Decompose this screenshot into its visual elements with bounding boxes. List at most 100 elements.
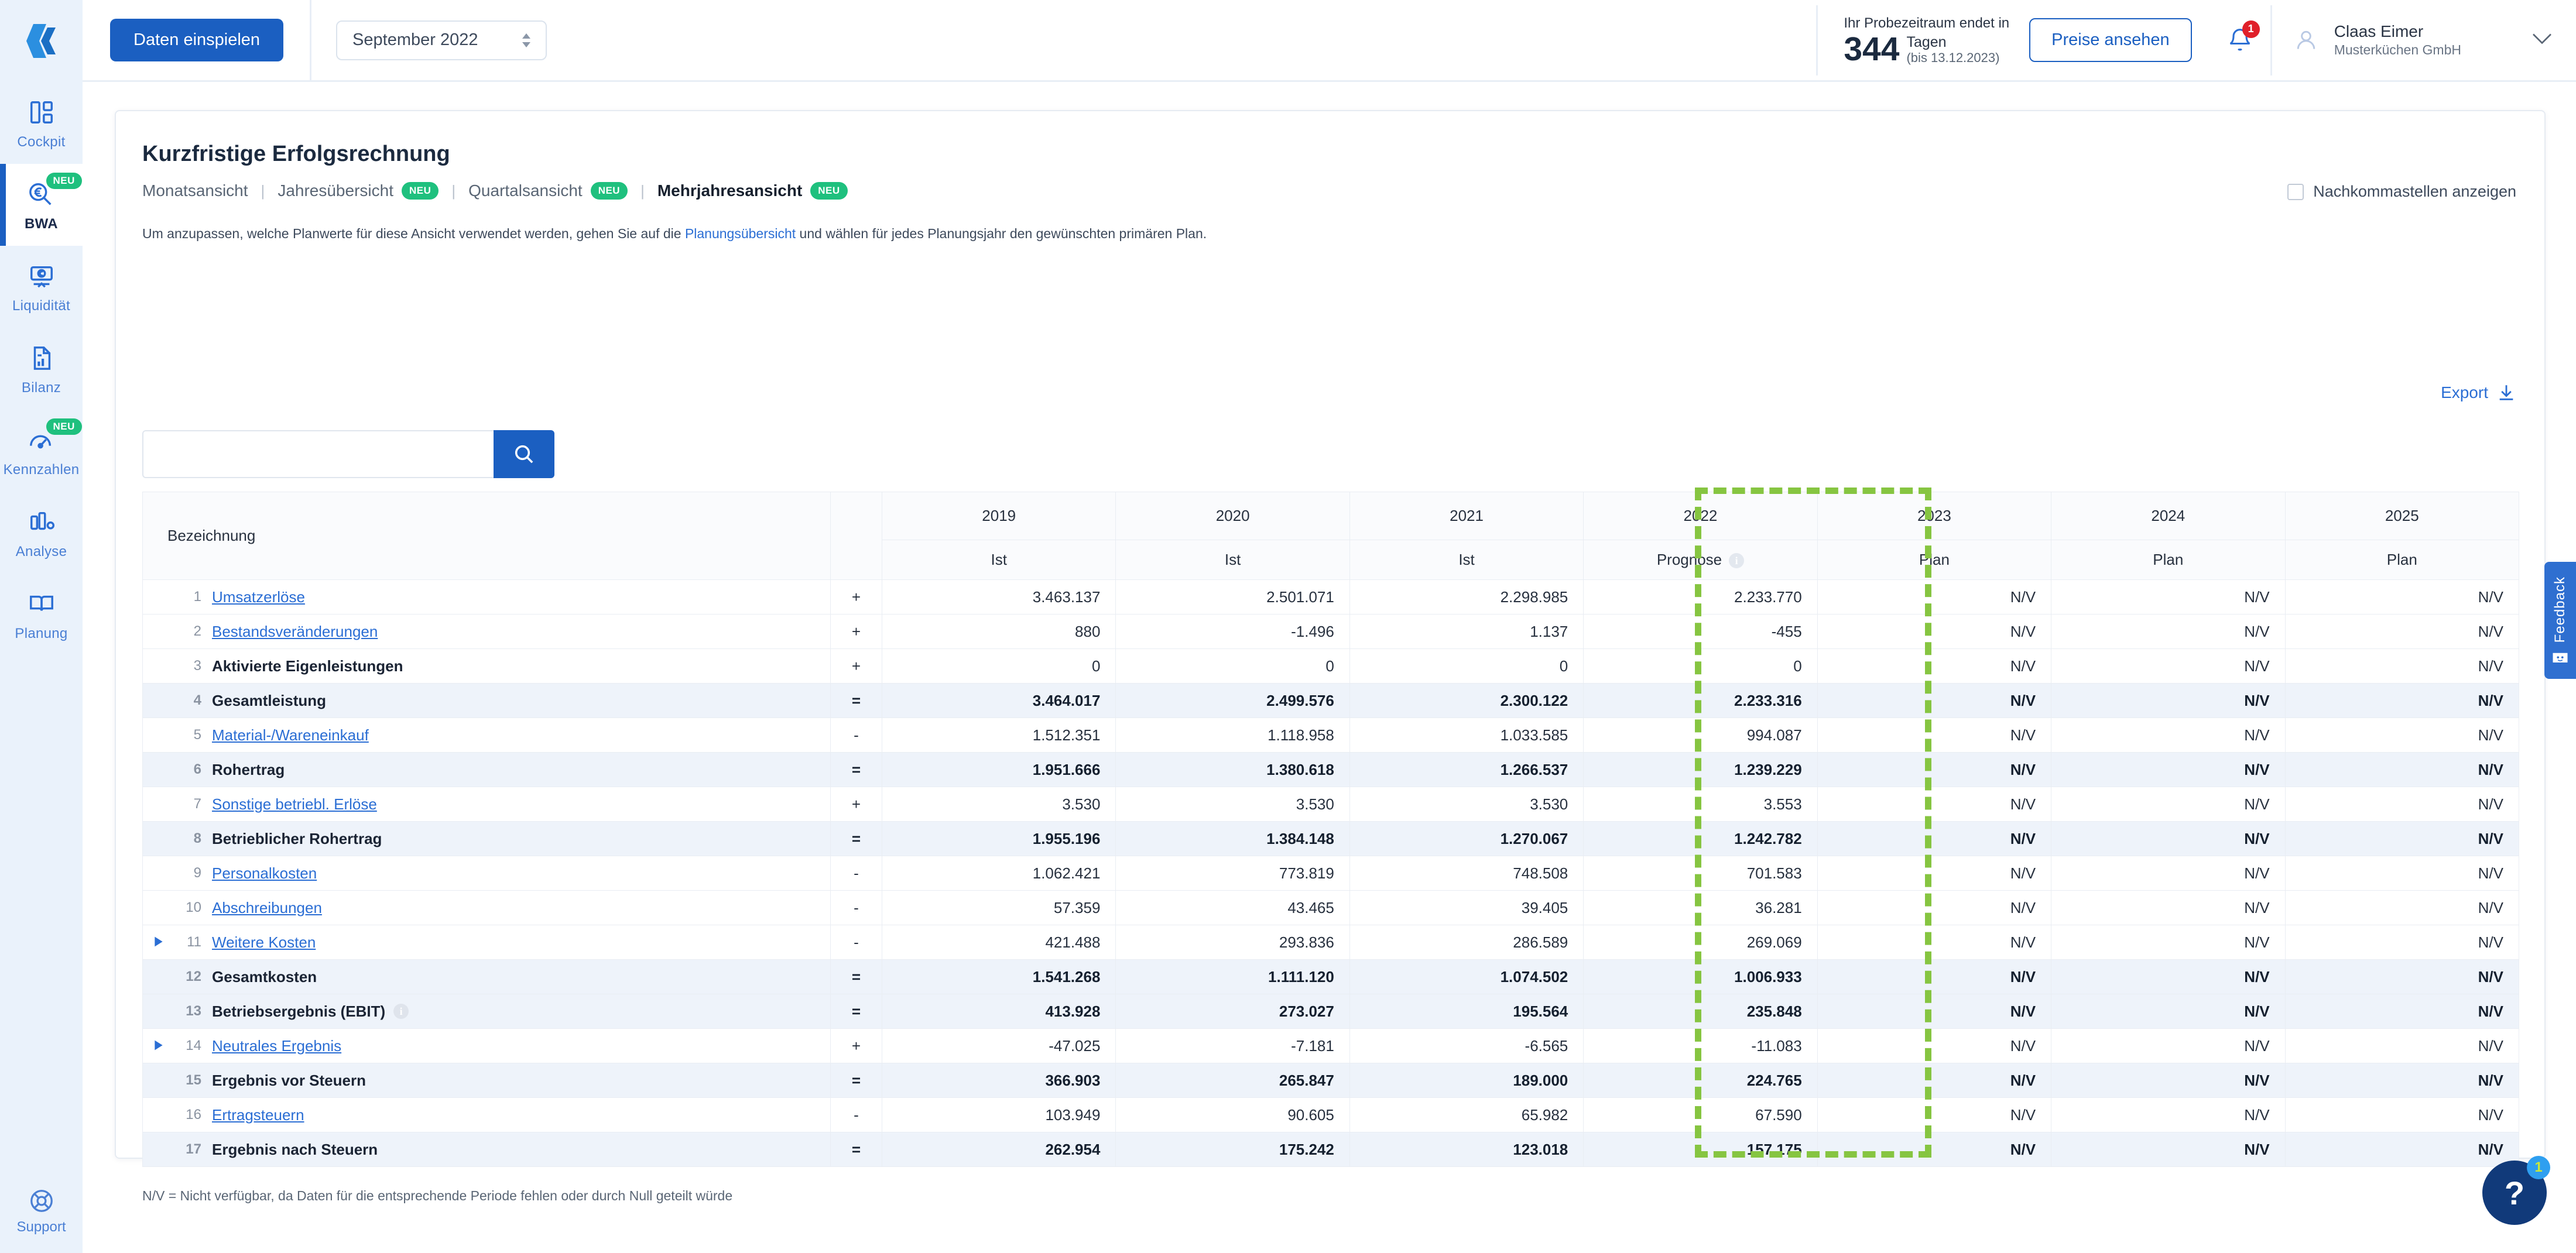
- tab-label: Monatsansicht: [142, 181, 248, 200]
- row-sign: =: [830, 959, 882, 994]
- user-name: Claas Eimer: [2334, 22, 2424, 41]
- column-header-year-2022: 2022: [1583, 492, 1818, 540]
- cell-2019: 421.488: [881, 925, 1116, 960]
- trial-text: Ihr Probezeitraum endet in 344 Tagen (bi…: [1844, 15, 2009, 66]
- help-button[interactable]: ? 1: [2482, 1156, 2550, 1225]
- row-number: 1: [193, 589, 201, 605]
- row-name-cell: 16 Ertragsteuern: [142, 1097, 831, 1132]
- cell-2019: 1.951.666: [881, 752, 1116, 787]
- cell-2022: 269.069: [1583, 925, 1818, 960]
- cell-2024: N/V: [2051, 1132, 2286, 1167]
- row-label: Aktivierte Eigenleistungen: [212, 657, 403, 675]
- cell-2021: 189.000: [1349, 1063, 1584, 1098]
- cell-2021: 123.018: [1349, 1132, 1584, 1167]
- row-sign: =: [830, 994, 882, 1029]
- app-logo[interactable]: [0, 0, 83, 82]
- cell-2023: N/V: [1817, 925, 2052, 960]
- table-row: 14 Neutrales Ergebnis + -47.025 -7.181 -6.565…: [142, 1028, 2520, 1063]
- row-label-link[interactable]: Bestandsveränderungen: [212, 623, 378, 641]
- cell-2020: 2.501.071: [1115, 579, 1350, 615]
- dashboard-icon: [28, 95, 55, 129]
- cell-2023: N/V: [1817, 1132, 2052, 1167]
- month-selector[interactable]: September 2022: [336, 20, 547, 60]
- tab-quartalsansicht[interactable]: Quartalsansicht NEU: [468, 181, 628, 200]
- cell-2020: 293.836: [1115, 925, 1350, 960]
- row-number: 13: [186, 1003, 201, 1019]
- row-sign: =: [830, 683, 882, 718]
- info-icon[interactable]: i: [1729, 553, 1745, 569]
- sidebar-item-bilanz[interactable]: Bilanz: [0, 328, 83, 410]
- tab-jahresbersicht[interactable]: Jahresübersicht NEU: [278, 181, 439, 200]
- row-label-link[interactable]: Ertragsteuern: [212, 1106, 304, 1124]
- sidebar-item-support[interactable]: Support: [0, 1187, 83, 1235]
- row-name-cell: 15 Ergebnis vor Steuern: [142, 1063, 831, 1098]
- avatar-icon: [2297, 30, 2315, 49]
- expand-arrow-icon[interactable]: [153, 1037, 169, 1055]
- tab-monatsansicht[interactable]: Monatsansicht: [142, 181, 248, 200]
- sidebar-item-analyse[interactable]: Analyse: [0, 492, 83, 574]
- column-header-year-2023: 2023: [1817, 492, 2052, 540]
- info-icon[interactable]: i: [393, 1004, 409, 1019]
- download-icon: [2496, 383, 2516, 403]
- tab-mehrjahresansicht[interactable]: Mehrjahresansicht NEU: [657, 181, 848, 200]
- row-number: 10: [186, 900, 201, 915]
- notifications-button[interactable]: 1: [2227, 20, 2260, 53]
- import-data-button[interactable]: Daten einspielen: [110, 19, 284, 61]
- cell-2022: 3.553: [1583, 787, 1818, 822]
- column-header-sign: [830, 492, 882, 580]
- cell-2025: N/V: [2284, 890, 2520, 925]
- row-label-link[interactable]: Sonstige betriebl. Erlöse: [212, 795, 377, 813]
- sidebar-item-label: BWA: [25, 216, 58, 232]
- cell-2022: 1.239.229: [1583, 752, 1818, 787]
- expand-arrow-icon[interactable]: [153, 933, 169, 952]
- search-icon: [515, 445, 533, 464]
- sidebar-item-bwa[interactable]: NEU BWA: [0, 164, 83, 246]
- row-name-cell: 4 Gesamtleistung: [142, 683, 831, 718]
- column-subheader-label: Plan: [2386, 551, 2417, 568]
- cell-2024: N/V: [2051, 614, 2286, 649]
- cell-2024: N/V: [2051, 959, 2286, 994]
- cell-2019: 1.955.196: [881, 821, 1116, 856]
- view-pricing-button[interactable]: Preise ansehen: [2029, 18, 2192, 62]
- table-row: 12 Gesamtkosten = 1.541.268 1.111.120 1.074.5…: [142, 959, 2520, 994]
- row-label-link[interactable]: Abschreibungen: [212, 899, 322, 917]
- column-header-year-2020: 2020: [1115, 492, 1350, 540]
- cell-2023: N/V: [1817, 718, 2052, 753]
- sidebar-item-liquiditt[interactable]: Liquidität: [0, 246, 83, 328]
- row-label-link[interactable]: Weitere Kosten: [212, 933, 316, 952]
- new-badge: NEU: [46, 173, 82, 189]
- cell-2020: 90.605: [1115, 1097, 1350, 1132]
- chevron-down-icon[interactable]: [2532, 32, 2553, 48]
- cell-2022: 224.765: [1583, 1063, 1818, 1098]
- row-sign: =: [830, 752, 882, 787]
- table-row: 6 Rohertrag = 1.951.666 1.380.618 1.266.537 1.…: [142, 752, 2520, 787]
- cell-2022: -455: [1583, 614, 1818, 649]
- checkbox-box[interactable]: [2287, 183, 2304, 200]
- tab-label: Quartalsansicht: [468, 181, 583, 200]
- cell-2025: N/V: [2284, 683, 2520, 718]
- row-label-link[interactable]: Personalkosten: [212, 864, 317, 883]
- row-name-cell: 10 Abschreibungen: [142, 890, 831, 925]
- row-sign: -: [830, 718, 882, 753]
- sidebar-item-planung[interactable]: Planung: [0, 574, 83, 655]
- cell-2025: N/V: [2284, 752, 2520, 787]
- decimals-checkbox[interactable]: Nachkommastellen anzeigen: [2287, 183, 2516, 201]
- sidebar-item-kennzahlen[interactable]: NEU Kennzahlen: [0, 410, 83, 492]
- sidebar-item-cockpit[interactable]: Cockpit: [0, 82, 83, 164]
- new-badge: NEU: [810, 182, 848, 200]
- row-label-link[interactable]: Umsatzerlöse: [212, 588, 305, 606]
- search-input[interactable]: [142, 430, 494, 478]
- feedback-tab[interactable]: Feedback: [2544, 562, 2576, 679]
- row-name-cell: 9 Personalkosten: [142, 856, 831, 891]
- cell-2019: 262.954: [881, 1132, 1116, 1167]
- export-button[interactable]: Export: [2441, 383, 2516, 403]
- planning-overview-link[interactable]: Planungsübersicht: [685, 226, 796, 241]
- row-sign: +: [830, 1028, 882, 1063]
- user-menu[interactable]: Claas Eimer Musterküchen GmbH: [2270, 5, 2576, 75]
- cell-2019: 57.359: [881, 890, 1116, 925]
- row-label-link[interactable]: Neutrales Ergebnis: [212, 1037, 341, 1055]
- row-label-link[interactable]: Material-/Wareneinkauf: [212, 726, 369, 744]
- search-button[interactable]: [494, 430, 554, 478]
- cell-2019: 1.541.268: [881, 959, 1116, 994]
- column-header-year-2025: 2025: [2284, 492, 2520, 540]
